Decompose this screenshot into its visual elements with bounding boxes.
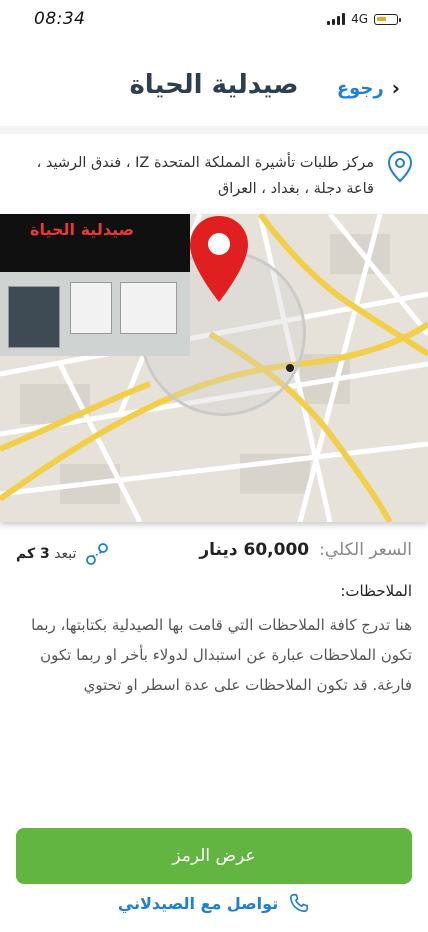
pharmacy-photo: صيدلية الحياة (0, 214, 190, 356)
show-code-button[interactable]: عرض الرمز (16, 828, 412, 884)
contact-pharmacist-link[interactable]: تواصل مع الصيدلاني (0, 892, 428, 914)
network-type: 4G (351, 12, 368, 26)
contact-label: تواصل مع الصيدلاني (117, 893, 279, 913)
distance-value: 3 كم (16, 546, 50, 562)
status-indicators: 4G (327, 12, 401, 26)
status-bar: 08:34 4G (0, 0, 428, 40)
details-row: تبعد 3 كم السعر الكلي: 60,000 دينار (16, 534, 412, 574)
address-line-2: قاعة دجلة ، بغداد ، العراق (217, 181, 374, 197)
price-label: السعر الكلي: (319, 540, 412, 560)
map-dot (286, 364, 294, 372)
address-line-1: مركز طلبات تأشيرة المملكة المتحدة IZ ، ف… (36, 155, 374, 171)
route-icon (86, 543, 109, 565)
price-value: 60,000 دينار (199, 540, 310, 560)
address-block: مركز طلبات تأشيرة المملكة المتحدة IZ ، ف… (34, 150, 414, 202)
map-view[interactable]: صيدلية الحياة (0, 214, 428, 522)
distance-info: تبعد 3 كم (16, 542, 110, 566)
shop-sign-text: صيدلية الحياة (30, 220, 135, 239)
status-time: 08:34 (34, 9, 86, 29)
phone-icon (290, 893, 309, 913)
battery-icon (374, 13, 401, 25)
header: ‹ رجوع صيدلية الحياة (0, 40, 428, 126)
section-divider (0, 126, 428, 134)
distance-text: تبعد 3 كم (16, 546, 76, 562)
map-marker-icon (190, 216, 248, 302)
distance-prefix: تبعد (54, 546, 77, 562)
page-title: صيدلية الحياة (129, 70, 299, 100)
shop-front (0, 272, 190, 356)
notes-body: هنا تدرج كافة الملاحظات التي قامت بها ال… (31, 616, 412, 694)
signal-icon (327, 13, 346, 25)
total-price: السعر الكلي: 60,000 دينار (199, 540, 412, 560)
shop-sign: صيدلية الحياة (0, 214, 190, 274)
notes-title: الملاحظات: (340, 582, 412, 600)
location-pin-icon (387, 150, 413, 183)
address-text: مركز طلبات تأشيرة المملكة المتحدة IZ ، ف… (37, 150, 374, 202)
